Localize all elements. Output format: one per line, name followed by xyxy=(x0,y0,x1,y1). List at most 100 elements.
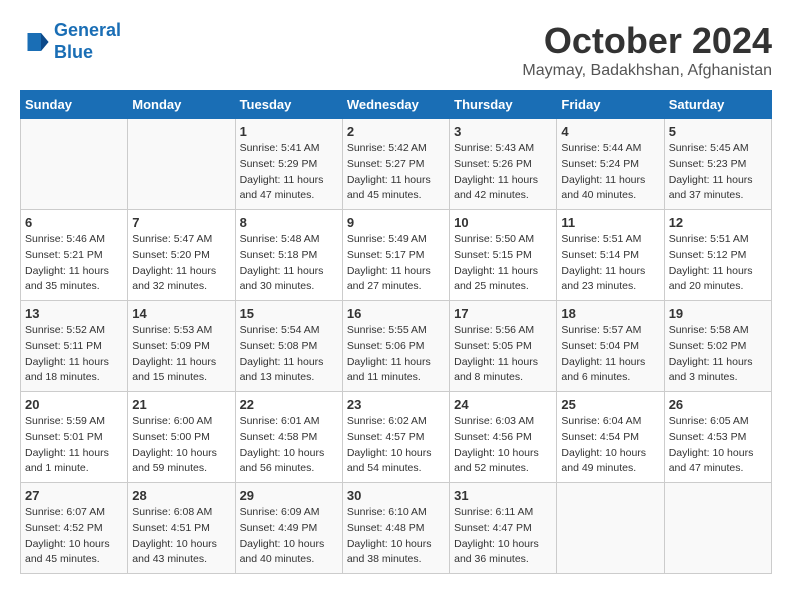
column-header-friday: Friday xyxy=(557,91,664,119)
column-header-sunday: Sunday xyxy=(21,91,128,119)
calendar-cell: 14Sunrise: 5:53 AM Sunset: 5:09 PM Dayli… xyxy=(128,301,235,392)
logo-text: General Blue xyxy=(54,20,121,63)
day-info: Sunrise: 5:45 AM Sunset: 5:23 PM Dayligh… xyxy=(669,141,767,204)
day-info: Sunrise: 5:54 AM Sunset: 5:08 PM Dayligh… xyxy=(240,323,338,386)
day-number: 14 xyxy=(132,306,230,321)
calendar-cell: 13 Sunrise: 5:52 AM Sunset: 5:11 PM Dayli… xyxy=(21,301,128,392)
calendar-cell: 7Sunrise: 5:47 AM Sunset: 5:20 PM Daylig… xyxy=(128,210,235,301)
calendar-cell: 11 Sunrise: 5:51 AM Sunset: 5:14 PM Dayli… xyxy=(557,210,664,301)
calendar-cell xyxy=(664,483,771,574)
calendar-cell: 10 Sunrise: 5:50 AM Sunset: 5:15 PM Dayli… xyxy=(450,210,557,301)
day-number: 24 xyxy=(454,397,552,412)
day-info: Sunrise: 5:51 AM Sunset: 5:14 PM Dayligh… xyxy=(561,232,659,295)
calendar-cell: 1Sunrise: 5:41 AM Sunset: 5:29 PM Daylig… xyxy=(235,119,342,210)
calendar-cell: 9 Sunrise: 5:49 AM Sunset: 5:17 PM Daylig… xyxy=(342,210,449,301)
day-number: 3 xyxy=(454,124,552,139)
day-info: Sunrise: 5:44 AM Sunset: 5:24 PM Dayligh… xyxy=(561,141,659,204)
calendar-cell xyxy=(557,483,664,574)
day-number: 29 xyxy=(240,488,338,503)
calendar-cell: 21 Sunrise: 6:00 AM Sunset: 5:00 PM Dayli… xyxy=(128,392,235,483)
calendar-cell: 25Sunrise: 6:04 AM Sunset: 4:54 PM Dayli… xyxy=(557,392,664,483)
day-number: 4 xyxy=(561,124,659,139)
week-row-4: 20 Sunrise: 5:59 AM Sunset: 5:01 PM Dayli… xyxy=(21,392,772,483)
month-title: October 2024 xyxy=(522,20,772,62)
calendar-cell xyxy=(128,119,235,210)
day-number: 9 xyxy=(347,215,445,230)
day-number: 5 xyxy=(669,124,767,139)
calendar-cell: 28 Sunrise: 6:08 AM Sunset: 4:51 PM Dayli… xyxy=(128,483,235,574)
page-header: General Blue October 2024 Maymay, Badakh… xyxy=(20,20,772,80)
calendar-table: SundayMondayTuesdayWednesdayThursdayFrid… xyxy=(20,90,772,574)
calendar-cell: 20 Sunrise: 5:59 AM Sunset: 5:01 PM Dayli… xyxy=(21,392,128,483)
column-header-saturday: Saturday xyxy=(664,91,771,119)
logo-line1: General xyxy=(54,20,121,40)
day-number: 27 xyxy=(25,488,123,503)
week-row-2: 6 Sunrise: 5:46 AM Sunset: 5:21 PM Daylig… xyxy=(21,210,772,301)
calendar-cell: 24 Sunrise: 6:03 AM Sunset: 4:56 PM Dayli… xyxy=(450,392,557,483)
day-number: 21 xyxy=(132,397,230,412)
location-subtitle: Maymay, Badakhshan, Afghanistan xyxy=(522,62,772,80)
column-header-wednesday: Wednesday xyxy=(342,91,449,119)
calendar-cell: 12Sunrise: 5:51 AM Sunset: 5:12 PM Dayli… xyxy=(664,210,771,301)
day-number: 13 xyxy=(25,306,123,321)
calendar-cell: 29 Sunrise: 6:09 AM Sunset: 4:49 PM Dayli… xyxy=(235,483,342,574)
day-info: Sunrise: 6:01 AM Sunset: 4:58 PM Dayligh… xyxy=(240,414,338,477)
calendar-cell: 16 Sunrise: 5:55 AM Sunset: 5:06 PM Dayli… xyxy=(342,301,449,392)
day-number: 6 xyxy=(25,215,123,230)
column-header-tuesday: Tuesday xyxy=(235,91,342,119)
calendar-cell: 31 Sunrise: 6:11 AM Sunset: 4:47 PM Dayli… xyxy=(450,483,557,574)
day-number: 25 xyxy=(561,397,659,412)
day-info: Sunrise: 5:50 AM Sunset: 5:15 PM Dayligh… xyxy=(454,232,552,295)
day-info: Sunrise: 6:11 AM Sunset: 4:47 PM Dayligh… xyxy=(454,505,552,568)
day-number: 12 xyxy=(669,215,767,230)
calendar-cell: 3 Sunrise: 5:43 AM Sunset: 5:26 PM Daylig… xyxy=(450,119,557,210)
day-info: Sunrise: 6:03 AM Sunset: 4:56 PM Dayligh… xyxy=(454,414,552,477)
day-number: 8 xyxy=(240,215,338,230)
column-header-thursday: Thursday xyxy=(450,91,557,119)
calendar-cell: 22 Sunrise: 6:01 AM Sunset: 4:58 PM Dayli… xyxy=(235,392,342,483)
day-number: 30 xyxy=(347,488,445,503)
day-info: Sunrise: 6:10 AM Sunset: 4:48 PM Dayligh… xyxy=(347,505,445,568)
day-info: Sunrise: 6:00 AM Sunset: 5:00 PM Dayligh… xyxy=(132,414,230,477)
day-info: Sunrise: 5:48 AM Sunset: 5:18 PM Dayligh… xyxy=(240,232,338,295)
logo-icon xyxy=(20,27,50,57)
day-info: Sunrise: 5:43 AM Sunset: 5:26 PM Dayligh… xyxy=(454,141,552,204)
calendar-cell: 2Sunrise: 5:42 AM Sunset: 5:27 PM Daylig… xyxy=(342,119,449,210)
day-number: 2 xyxy=(347,124,445,139)
week-row-5: 27Sunrise: 6:07 AM Sunset: 4:52 PM Dayli… xyxy=(21,483,772,574)
day-info: Sunrise: 5:41 AM Sunset: 5:29 PM Dayligh… xyxy=(240,141,338,204)
day-number: 22 xyxy=(240,397,338,412)
day-info: Sunrise: 5:56 AM Sunset: 5:05 PM Dayligh… xyxy=(454,323,552,386)
week-row-1: 1Sunrise: 5:41 AM Sunset: 5:29 PM Daylig… xyxy=(21,119,772,210)
calendar-cell xyxy=(21,119,128,210)
header-row: SundayMondayTuesdayWednesdayThursdayFrid… xyxy=(21,91,772,119)
week-row-3: 13 Sunrise: 5:52 AM Sunset: 5:11 PM Dayli… xyxy=(21,301,772,392)
day-number: 10 xyxy=(454,215,552,230)
calendar-cell: 26Sunrise: 6:05 AM Sunset: 4:53 PM Dayli… xyxy=(664,392,771,483)
day-info: Sunrise: 5:46 AM Sunset: 5:21 PM Dayligh… xyxy=(25,232,123,295)
calendar-cell: 15Sunrise: 5:54 AM Sunset: 5:08 PM Dayli… xyxy=(235,301,342,392)
day-info: Sunrise: 5:59 AM Sunset: 5:01 PM Dayligh… xyxy=(25,414,123,477)
day-info: Sunrise: 6:08 AM Sunset: 4:51 PM Dayligh… xyxy=(132,505,230,568)
calendar-cell: 18Sunrise: 5:57 AM Sunset: 5:04 PM Dayli… xyxy=(557,301,664,392)
day-info: Sunrise: 6:09 AM Sunset: 4:49 PM Dayligh… xyxy=(240,505,338,568)
day-info: Sunrise: 5:47 AM Sunset: 5:20 PM Dayligh… xyxy=(132,232,230,295)
logo-line2: Blue xyxy=(54,42,93,62)
day-number: 28 xyxy=(132,488,230,503)
logo: General Blue xyxy=(20,20,121,63)
day-info: Sunrise: 5:55 AM Sunset: 5:06 PM Dayligh… xyxy=(347,323,445,386)
day-info: Sunrise: 5:58 AM Sunset: 5:02 PM Dayligh… xyxy=(669,323,767,386)
day-number: 31 xyxy=(454,488,552,503)
calendar-cell: 6 Sunrise: 5:46 AM Sunset: 5:21 PM Daylig… xyxy=(21,210,128,301)
day-info: Sunrise: 5:52 AM Sunset: 5:11 PM Dayligh… xyxy=(25,323,123,386)
calendar-cell: 19Sunrise: 5:58 AM Sunset: 5:02 PM Dayli… xyxy=(664,301,771,392)
calendar-cell: 27Sunrise: 6:07 AM Sunset: 4:52 PM Dayli… xyxy=(21,483,128,574)
title-block: October 2024 Maymay, Badakhshan, Afghani… xyxy=(522,20,772,80)
day-number: 16 xyxy=(347,306,445,321)
calendar-cell: 23Sunrise: 6:02 AM Sunset: 4:57 PM Dayli… xyxy=(342,392,449,483)
day-info: Sunrise: 5:49 AM Sunset: 5:17 PM Dayligh… xyxy=(347,232,445,295)
column-header-monday: Monday xyxy=(128,91,235,119)
day-number: 11 xyxy=(561,215,659,230)
calendar-cell: 4 Sunrise: 5:44 AM Sunset: 5:24 PM Daylig… xyxy=(557,119,664,210)
day-number: 20 xyxy=(25,397,123,412)
